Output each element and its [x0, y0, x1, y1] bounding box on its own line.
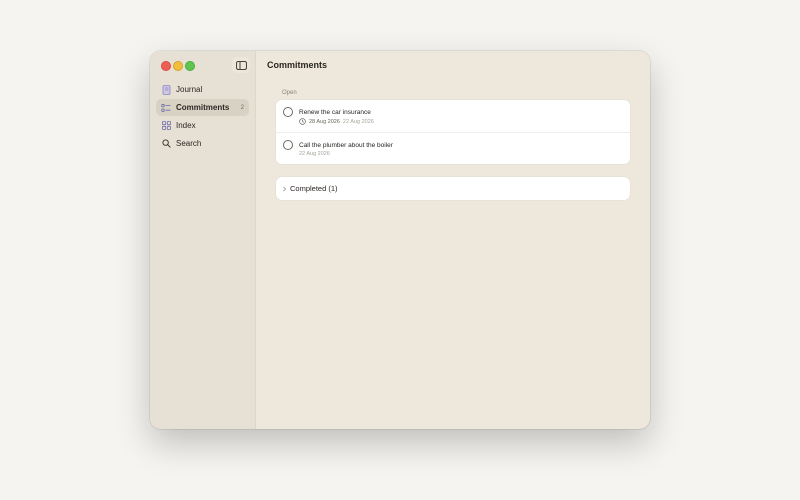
- commitment-meta: 28 Aug 2026 22 Aug 2026: [299, 118, 374, 125]
- commitment-title: Renew the car insurance: [299, 109, 371, 116]
- sidebar: Journal Commitments 2 Index Search: [150, 51, 256, 429]
- commitments-count-badge: 2: [240, 104, 244, 111]
- sidebar-item-label: Search: [176, 139, 202, 148]
- page-title: Commitments: [267, 60, 328, 70]
- sidebar-toggle-button[interactable]: [232, 57, 250, 73]
- list-item[interactable]: Call the plumber about the boiler 22 Aug…: [276, 132, 630, 165]
- sidebar-item-label: Commitments: [176, 103, 230, 112]
- list-item[interactable]: Renew the car insurance 28 Aug 2026 22 A…: [276, 100, 630, 132]
- checklist-icon: [161, 103, 171, 113]
- completed-section[interactable]: Completed (1): [276, 177, 630, 200]
- minimize-window-button[interactable]: [173, 61, 183, 71]
- sidebar-item-commitments[interactable]: Commitments 2: [156, 99, 249, 116]
- clock-icon: [299, 118, 306, 125]
- sidebar-toggle-icon: [235, 60, 247, 70]
- search-icon: [161, 139, 171, 149]
- zoom-window-button[interactable]: [185, 61, 195, 71]
- grid-icon: [161, 121, 171, 131]
- sidebar-item-label: Index: [176, 121, 196, 130]
- open-section-label: Open: [282, 90, 297, 96]
- commitment-title: Call the plumber about the boiler: [299, 142, 393, 149]
- sidebar-item-index[interactable]: Index: [156, 117, 249, 134]
- sidebar-item-search[interactable]: Search: [156, 135, 249, 152]
- app-window: Journal Commitments 2 Index Search Commi…: [150, 51, 650, 429]
- sidebar-item-journal[interactable]: Journal: [156, 81, 249, 98]
- chevron-right-icon: [282, 186, 287, 192]
- main-content: Commitments Open Renew the car insurance…: [256, 51, 650, 429]
- created-date: 22 Aug 2026: [299, 151, 330, 157]
- due-date: 28 Aug 2026: [309, 118, 340, 125]
- complete-checkbox[interactable]: [283, 107, 293, 117]
- sidebar-item-label: Journal: [176, 85, 203, 94]
- complete-checkbox[interactable]: [283, 140, 293, 150]
- open-commitments-list: Renew the car insurance 28 Aug 2026 22 A…: [276, 100, 630, 164]
- commitment-meta: 22 Aug 2026: [299, 151, 330, 157]
- close-window-button[interactable]: [161, 61, 171, 71]
- completed-disclosure[interactable]: Completed (1): [282, 177, 338, 200]
- completed-label: Completed (1): [290, 184, 338, 193]
- sidebar-nav: Journal Commitments 2 Index Search: [156, 81, 249, 153]
- created-date: 22 Aug 2026: [342, 118, 374, 125]
- notebook-icon: [161, 84, 171, 95]
